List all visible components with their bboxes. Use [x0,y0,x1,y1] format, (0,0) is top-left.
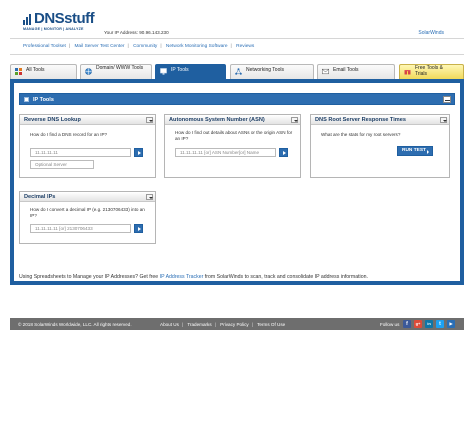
footer-link-trademarks[interactable]: Trademarks [187,322,211,327]
tab-email-tools[interactable]: Email Tools [317,64,395,79]
card-question: How do I find a DNS record for an IP? [30,132,108,137]
card-header: Decimal IPs [20,192,155,202]
tab-label: Domain/ WWW Tools [96,65,144,71]
decimal-ip-go-button[interactable] [134,224,143,233]
optional-server-input[interactable]: Optional Server [30,160,94,169]
header: DNSstuff MANAGE | MONITOR | ANALYZE Your… [0,0,474,36]
follow-us-label: Follow us [380,322,400,327]
collapse-icon[interactable] [443,96,451,103]
globe-icon [85,68,92,75]
decimal-ip-input[interactable]: 11.11.11.11 [or] 2130706433 [30,224,131,233]
dropdown-arrow-icon[interactable] [146,194,153,200]
tab-ip-tools[interactable]: IP Tools [155,64,226,79]
panel-body: IP Tools Reverse DNS Lookup How do I fin… [14,83,460,281]
tab-all-tools[interactable]: All Tools [10,64,77,79]
play-arrow-icon [427,149,429,154]
panel-title: IP Tools [33,97,54,103]
card-header: Reverse DNS Lookup [20,115,155,125]
copyright-text: © 2018 SolarWinds Worldwide, LLC. All ri… [18,322,132,327]
card-header: DNS Root Server Response Times [311,115,449,125]
tab-networking-tools[interactable]: Networking Tools [230,64,314,79]
panel-header: IP Tools [19,93,455,105]
run-test-label: RUN TEST [402,148,426,153]
envelope-icon [322,68,329,75]
panel-square-icon [24,97,29,102]
reverse-dns-card: Reverse DNS Lookup How do I find a DNS r… [19,114,156,178]
asn-go-button[interactable] [279,148,288,157]
footer-link-terms-of-use[interactable]: Terms Of Use [257,322,285,327]
nav-link-community[interactable]: Community [133,44,157,49]
nav-link-network-monitoring-software[interactable]: Network Monitoring Software [166,44,228,49]
monitor-icon [160,68,167,75]
twitter-icon[interactable]: t [436,320,444,328]
asn-card: Autonomous System Number (ASN) How do I … [164,114,301,178]
youtube-icon[interactable]: ▶ [447,320,455,328]
card-title: Decimal IPs [24,194,56,200]
nav-link-professional-toolset[interactable]: Professional Toolset [23,44,66,49]
footer: © 2018 SolarWinds Worldwide, LLC. All ri… [10,318,464,330]
card-question: How do I convert a decimal IP (e.g. 2130… [30,207,145,218]
tool-tabs: All Tools Domain/ WWW Tools IP Tools Net… [10,64,464,79]
ip-address-text: Your IP Address: 90.96.143.230 [104,30,169,35]
tab-label: IP Tools [171,67,189,73]
footer-links: About Us | Trademarks | Privacy Policy | Te… [160,322,286,327]
reverse-dns-ip-input[interactable]: 11.11.11.11 [30,148,131,157]
run-test-button[interactable]: RUN TEST [397,146,433,156]
card-title: Autonomous System Number (ASN) [169,117,265,123]
card-header: Autonomous System Number (ASN) [165,115,300,125]
root-server-card: DNS Root Server Response Times What are … [310,114,450,178]
divider [10,54,464,55]
gift-icon [404,70,411,75]
nav-link-reviews[interactable]: Reviews [236,44,254,49]
tab-label: All Tools [26,67,45,73]
facebook-icon[interactable]: f [403,320,411,328]
ip-address-tracker-link[interactable]: IP Address Tracker [160,274,204,280]
promo-after: from SolarWinds to scan, track and conso… [203,274,368,280]
tab-label: Networking Tools [246,67,284,73]
grid-icon [15,68,22,75]
tab-domain-www-tools[interactable]: Domain/ WWW Tools [80,64,152,79]
decimal-ip-card: Decimal IPs How do I convert a decimal I… [19,191,156,244]
promo-text: Using Spreadsheets to Manage your IP Add… [19,274,368,280]
asn-input[interactable]: 11.11.11.11 [or] ASN Number[or] Name [175,148,276,157]
logo-tagline: MANAGE | MONITOR | ANALYZE [23,27,84,31]
logo-bars-icon [23,14,33,25]
tab-free-tools-trials[interactable]: Free Tools & Trials [399,64,464,79]
google-plus-icon[interactable]: g+ [414,320,422,328]
card-question: What are the stats for my root servers? [321,132,401,137]
linkedin-icon[interactable]: in [425,320,433,328]
dropdown-arrow-icon[interactable] [291,117,298,123]
dropdown-arrow-icon[interactable] [146,117,153,123]
tab-label: Free Tools & Trials [415,65,443,77]
reverse-dns-go-button[interactable] [134,148,143,157]
card-title: Reverse DNS Lookup [24,117,81,123]
top-nav: Professional Toolset | Mail Server Test C… [23,44,255,49]
network-icon [235,68,242,75]
card-question: How do I find out details about ASNs or … [175,130,293,141]
footer-link-privacy-policy[interactable]: Privacy Policy [220,322,249,327]
footer-link-about-us[interactable]: About Us [160,322,179,327]
card-title: DNS Root Server Response Times [315,117,406,123]
logo-text: DNSstuff [34,10,95,27]
nav-link-mail-server-test-center[interactable]: Mail Server Test Center [74,44,124,49]
dropdown-arrow-icon[interactable] [440,117,447,123]
tab-label: Email Tools [333,67,359,73]
ip-tools-panel: IP Tools Reverse DNS Lookup How do I fin… [10,79,464,285]
promo-before: Using Spreadsheets to Manage your IP Add… [19,274,160,280]
solarwinds-link[interactable]: SolarWinds [418,30,444,36]
divider [10,38,464,39]
dnsstuff-logo[interactable]: DNSstuff MANAGE | MONITOR | ANALYZE [23,10,95,33]
